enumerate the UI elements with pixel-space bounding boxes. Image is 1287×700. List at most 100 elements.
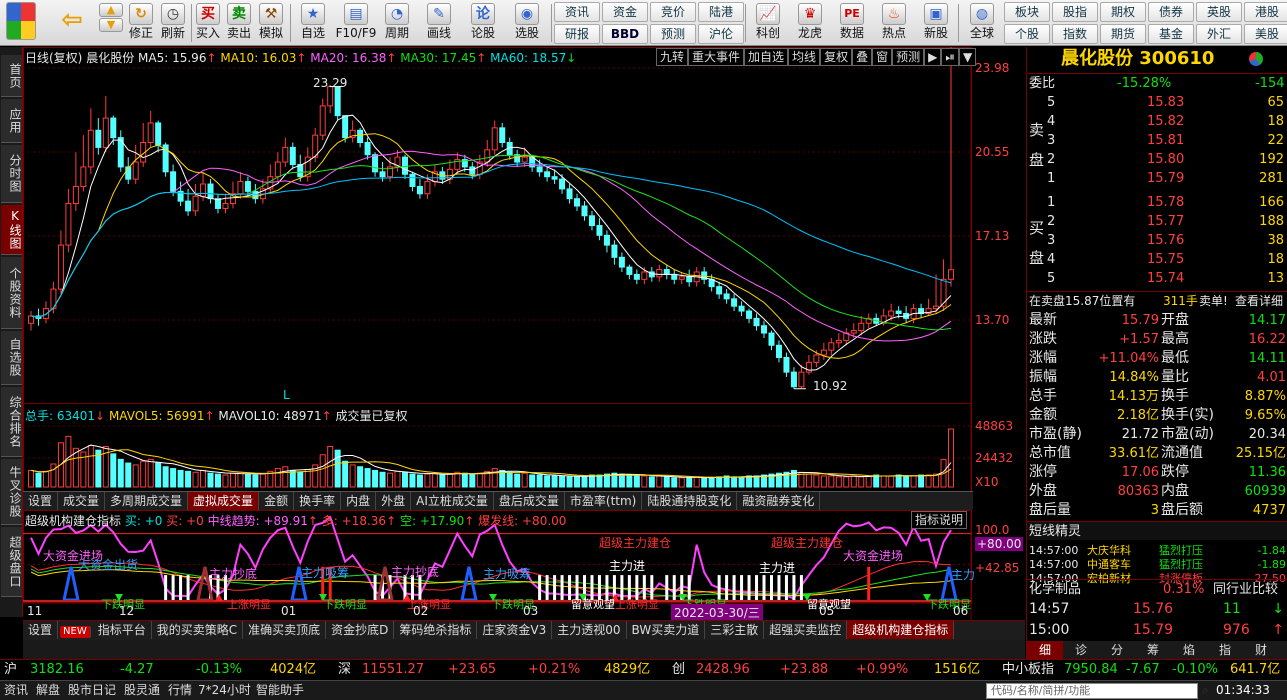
tab-ranking[interactable]: 综合排名 xyxy=(1,387,22,457)
refresh-button[interactable]: ◷ 刷新 xyxy=(158,2,188,44)
bb-24h[interactable]: 7*24小时 xyxy=(198,681,251,700)
tick-row[interactable]: 14:57 15.76 11 ↓ xyxy=(1027,600,1287,619)
indicator-help-button[interactable]: 指标说明 xyxy=(911,511,968,529)
sh-index[interactable]: 3182.16 xyxy=(30,660,84,680)
rtab-diagnose[interactable]: 诊 xyxy=(1063,641,1099,659)
vol-tab-margin[interactable]: 融资融券变化 xyxy=(737,492,821,510)
tab-watchlist[interactable]: 自选股 xyxy=(1,331,22,385)
sell-order-row[interactable]: 5 15.83 65 xyxy=(1027,93,1287,112)
buy-order-row[interactable]: 3 15.76 38 xyxy=(1027,231,1287,250)
tab-profile[interactable]: 个股资料 xyxy=(1,257,22,329)
sell-order-row[interactable]: 2 15.80 192 xyxy=(1027,150,1287,169)
grid-btn-index-futures[interactable]: 股指 xyxy=(1052,2,1098,22)
stat-row[interactable]: 振幅 14.84% 量比 4.01 xyxy=(1027,368,1287,387)
window-button[interactable]: 窗 xyxy=(872,48,893,66)
vol-tab-virtual[interactable]: 虚拟成交量 xyxy=(188,492,260,510)
buy-order-row[interactable]: 1 15.78 166 xyxy=(1027,193,1287,212)
pie-icon[interactable] xyxy=(1249,52,1263,66)
sell-order-row[interactable]: 3 15.81 22 xyxy=(1027,131,1287,150)
grid-btn-hk-stocks[interactable]: 港股 xyxy=(1244,2,1287,22)
rtab-detail[interactable]: 细 xyxy=(1027,641,1063,659)
stat-row[interactable]: 最新 15.79 开盘 14.17 xyxy=(1027,311,1287,330)
adjust-button[interactable]: 复权 xyxy=(820,48,853,66)
grid-btn-bonds[interactable]: 债券 xyxy=(1148,2,1194,22)
tick-row[interactable]: 15:00 15.79 976 ↑ xyxy=(1027,621,1287,640)
grid-btn-us[interactable]: 美股 xyxy=(1244,24,1287,44)
grid-btn-shlon[interactable]: 沪伦 xyxy=(698,24,744,44)
tab-apps[interactable]: 应用 xyxy=(1,99,22,143)
ind-tab-main-force[interactable]: 主力透视00 xyxy=(552,621,627,639)
forecast-button[interactable]: 预测 xyxy=(892,48,925,66)
star-board-button[interactable]: 📈 科创 xyxy=(750,2,786,44)
draw-button[interactable]: ✎ 画线 xyxy=(422,2,456,44)
grid-btn-news[interactable]: 资讯 xyxy=(554,2,600,22)
f10-button[interactable]: ▤ F10/F9 xyxy=(334,2,378,44)
ind-tab-tricolor[interactable]: 三彩主散 xyxy=(705,621,765,639)
add-watchlist-button[interactable]: 加自选 xyxy=(744,48,789,66)
up-down-button[interactable]: ▲ ▼ xyxy=(96,2,126,44)
ind-tab-strategy[interactable]: 我的买卖策略C xyxy=(152,621,244,639)
correct-button[interactable]: ↻ 修正 xyxy=(126,2,156,44)
play-icon[interactable]: ▶ xyxy=(924,48,942,66)
bb-analysis[interactable]: 解盘 xyxy=(36,681,60,700)
vol-tab-volume[interactable]: 成交量 xyxy=(58,492,106,510)
stat-row[interactable]: 总市值 33.61亿 流通值 25.15亿 xyxy=(1027,444,1287,463)
bb-diary[interactable]: 股市日记 xyxy=(68,681,116,700)
stat-row[interactable]: 盘后量 3 盘后额 4737 xyxy=(1027,501,1287,520)
vol-tab-settings[interactable]: 设置 xyxy=(23,492,59,510)
major-events-button[interactable]: 重大事件 xyxy=(688,48,745,66)
buy-order-row[interactable]: 2 15.77 188 xyxy=(1027,212,1287,231)
data-button[interactable]: PE 数据 xyxy=(834,2,870,44)
tab-super-panel[interactable]: 超级盘口 xyxy=(1,527,22,597)
ind-tab-funds-bottom[interactable]: 资金抄底D xyxy=(326,621,395,639)
ind-tab-monitor[interactable]: 超强买卖监控 xyxy=(764,621,848,639)
stock-pick-button[interactable]: ◉ 选股 xyxy=(508,2,546,44)
rtab-flame[interactable]: 焰 xyxy=(1171,641,1207,659)
ind-tab-chips[interactable]: 筹码绝杀指标 xyxy=(394,621,478,639)
bb-stock-link[interactable]: 股灵通 xyxy=(124,681,160,700)
stat-row[interactable]: 涨停 17.06 跌停 11.36 xyxy=(1027,463,1287,482)
stat-row[interactable]: 涨跌 +1.57 最高 16.22 xyxy=(1027,330,1287,349)
grid-btn-bbd[interactable]: BBD xyxy=(602,24,648,44)
stat-row[interactable]: 外盘 80363 内盘 60939 xyxy=(1027,482,1287,501)
ind-tab-dealer[interactable]: 庄家资金V3 xyxy=(477,621,553,639)
rtab-chips[interactable]: 筹 xyxy=(1135,641,1171,659)
grid-btn-sector[interactable]: 板块 xyxy=(1004,2,1050,22)
ind-tab-settings[interactable]: 设置 xyxy=(23,621,59,639)
vol-tab-hk-connect[interactable]: 陆股通持股变化 xyxy=(642,492,738,510)
kline-chart[interactable] xyxy=(23,47,1025,620)
simulate-button[interactable]: ⚒ 模拟 xyxy=(256,2,286,44)
grid-btn-funds2[interactable]: 基金 xyxy=(1148,24,1194,44)
sell-order-row[interactable]: 1 15.79 281 xyxy=(1027,169,1287,188)
vol-tab-turnover[interactable]: 换手率 xyxy=(294,492,342,510)
tab-kline[interactable]: K线图 xyxy=(1,205,22,255)
vol-tab-multi[interactable]: 多周期成交量 xyxy=(105,492,189,510)
dropdown-icon[interactable]: ▼ xyxy=(958,48,977,66)
vol-tab-after[interactable]: 盘后成交量 xyxy=(494,492,565,510)
global-button[interactable]: ◍ 全球 xyxy=(962,2,1002,44)
chart-panel[interactable]: 日线(复权) 晨化股份 MA5: 15.96↑ MA10: 16.03↑ MA2… xyxy=(23,47,1025,621)
grid-btn-index[interactable]: 指数 xyxy=(1052,24,1098,44)
search-input[interactable]: 代码/名称/简拼/功能 xyxy=(986,683,1198,699)
grid-btn-auction[interactable]: 竞价 xyxy=(650,2,696,22)
stat-row[interactable]: 金额 2.18亿 换手(实) 9.65% xyxy=(1027,406,1287,425)
view-detail-link[interactable]: 查看详细 xyxy=(1235,292,1283,311)
grid-btn-funds[interactable]: 资金 xyxy=(602,2,648,22)
vol-tab-ai[interactable]: AI立桩成交量 xyxy=(411,492,494,510)
logo-button[interactable] xyxy=(2,2,40,44)
bb-quotes[interactable]: 行情 xyxy=(168,681,192,700)
ipo-button[interactable]: ▣ 新股 xyxy=(918,2,954,44)
stat-row[interactable]: 市盈(静) 21.72 市盈(动) 20.34 xyxy=(1027,425,1287,444)
tab-intraday[interactable]: 分时图 xyxy=(1,145,22,203)
search-icon[interactable]: ⌕ xyxy=(1202,681,1209,700)
overlay-button[interactable]: 叠 xyxy=(852,48,873,66)
vol-tab-amount[interactable]: 金额 xyxy=(259,492,295,510)
dragon-tiger-button[interactable]: ♛ 龙虎 xyxy=(792,2,828,44)
ind-tab-topbottom[interactable]: 准确买卖顶底 xyxy=(243,621,327,639)
stat-row[interactable]: 涨幅 +11.04% 最低 14.11 xyxy=(1027,349,1287,368)
back-button[interactable]: ⇦ xyxy=(52,2,92,44)
sell-order-row[interactable]: 4 15.82 18 xyxy=(1027,112,1287,131)
nine-turn-button[interactable]: 九转 xyxy=(656,48,689,66)
zx-index[interactable]: 7950.84 xyxy=(1064,660,1118,680)
buy-order-row[interactable]: 4 15.75 18 xyxy=(1027,250,1287,269)
